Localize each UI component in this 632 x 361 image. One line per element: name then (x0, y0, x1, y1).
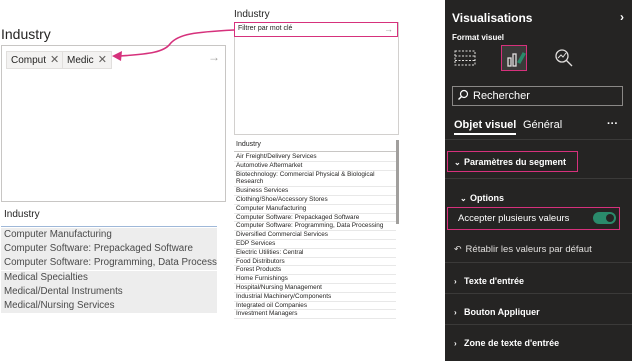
divider (1, 226, 217, 227)
arrow-right-icon[interactable]: → (208, 50, 220, 64)
search-placeholder: Rechercher (473, 90, 530, 102)
list-item[interactable]: Medical Specialties (1, 270, 217, 285)
list-item[interactable]: Computer Software: Prepackaged Software (234, 214, 396, 223)
chevron-right-icon: › (454, 308, 457, 317)
undo-icon: ↶ (454, 244, 462, 254)
list-item[interactable]: Computer Manufacturing (1, 228, 217, 242)
tag-comput[interactable]: Comput ✕ (6, 51, 65, 69)
list-item[interactable]: Computer Manufacturing (234, 205, 396, 214)
section-input-text-zone[interactable]: › Zone de texte d'entrée (454, 338, 559, 348)
tag-medic[interactable]: Medic ✕ (62, 51, 112, 69)
middle-slicer-title: Industry (234, 9, 270, 20)
list-item[interactable]: Electric Utilities: Central (234, 249, 396, 258)
arrow-right-icon[interactable]: → (384, 23, 393, 35)
section-label: Options (470, 193, 504, 203)
list-item[interactable]: Investment Managers (234, 310, 396, 320)
more-options-icon[interactable]: ··· (607, 118, 618, 130)
multi-select-toggle[interactable] (593, 212, 616, 224)
remove-tag-icon[interactable]: ✕ (98, 54, 107, 66)
reset-label: Rétablir les valeurs par défaut (465, 244, 592, 255)
analytics-icon[interactable] (551, 45, 577, 71)
list-item[interactable]: Medical/Nursing Services (1, 298, 217, 313)
section-options[interactable]: ⌄ Options (460, 193, 504, 203)
list-item[interactable]: Hospital/Nursing Management (234, 284, 396, 293)
divider (445, 139, 632, 140)
filter-placeholder: Filtrer par mot clé (238, 25, 293, 32)
list-item[interactable]: Food Distributors (234, 258, 396, 267)
chevron-right-icon[interactable]: › (620, 10, 624, 24)
scrollbar-thumb[interactable] (396, 140, 399, 224)
tag-label: Medic (67, 55, 94, 66)
chevron-down-icon: ⌄ (460, 194, 467, 203)
tag-label: Comput (11, 55, 47, 66)
list-item[interactable]: Integrated oil Companies (234, 302, 396, 311)
list-item[interactable]: Computer Software: Programming, Data Pro… (234, 222, 396, 232)
section-label: Paramètres du segment (464, 157, 567, 167)
left-slicer-title: Industry (1, 26, 51, 42)
tab-visual[interactable]: Objet visuel (454, 119, 517, 135)
chevron-right-icon: › (454, 277, 457, 286)
section-segment-settings[interactable]: ⌄ Paramètres du segment (454, 157, 566, 167)
filter-input[interactable]: Filtrer par mot clé → (234, 22, 398, 37)
reset-defaults-button[interactable]: ↶ Rétablir les valeurs par défaut (454, 244, 592, 255)
chevron-right-icon: › (454, 339, 457, 348)
list-item[interactable]: Medical/Dental Instruments (1, 284, 217, 299)
chevron-down-icon: ⌄ (454, 158, 461, 167)
build-visual-icon[interactable] (452, 45, 478, 71)
list-item[interactable]: Clothing/Shoe/Accessory Stores (234, 196, 396, 205)
list-item[interactable]: Computer Software: Prepackaged Software (1, 242, 217, 257)
left-list-title: Industry (4, 209, 40, 220)
divider (445, 178, 632, 179)
pane-subtitle: Format visuel (452, 33, 505, 42)
visualizations-pane: Visualisations › Format visuel Recherche… (445, 0, 632, 361)
section-label: Bouton Appliquer (464, 307, 540, 317)
divider (445, 293, 632, 294)
pane-title: Visualisations (452, 11, 533, 25)
list-item[interactable]: Computer Software: Programming, Data Pro… (1, 256, 217, 271)
left-value-list: Computer Manufacturing Computer Software… (1, 228, 217, 313)
format-visual-icon[interactable] (501, 45, 527, 71)
list-item[interactable]: Forest Products (234, 266, 396, 276)
list-item[interactable]: Air Freight/Delivery Services (234, 153, 396, 162)
list-item[interactable]: Automotive Aftermarket (234, 162, 396, 171)
list-item[interactable]: EDP Services (234, 240, 396, 249)
selected-tags-box[interactable]: Comput ✕ Medic ✕ → (1, 45, 226, 202)
search-input[interactable]: Rechercher (452, 86, 623, 106)
remove-tag-icon[interactable]: ✕ (50, 54, 59, 66)
list-item[interactable]: Home Furnishings (234, 275, 396, 284)
middle-value-list: Air Freight/Delivery Services Automotive… (234, 153, 396, 320)
list-item[interactable]: Diversified Commercial Services (234, 231, 396, 240)
divider (445, 262, 632, 263)
list-item[interactable]: Business Services (234, 187, 396, 196)
tab-general[interactable]: Général (523, 119, 562, 131)
section-apply-button[interactable]: › Bouton Appliquer (454, 307, 540, 317)
section-input-text[interactable]: › Texte d'entrée (454, 276, 524, 286)
section-label: Zone de texte d'entrée (464, 338, 560, 348)
list-item[interactable]: Industrial Machinery/Components (234, 293, 396, 302)
divider (234, 151, 396, 152)
section-label: Texte d'entrée (464, 276, 524, 286)
multi-select-label: Accepter plusieurs valeurs (458, 213, 570, 224)
middle-list-title: Industry (236, 141, 261, 148)
search-icon (457, 89, 469, 107)
divider (445, 324, 632, 325)
middle-slicer-box (234, 22, 399, 135)
list-item[interactable]: Biotechnology: Commercial Physical & Bio… (234, 171, 396, 188)
